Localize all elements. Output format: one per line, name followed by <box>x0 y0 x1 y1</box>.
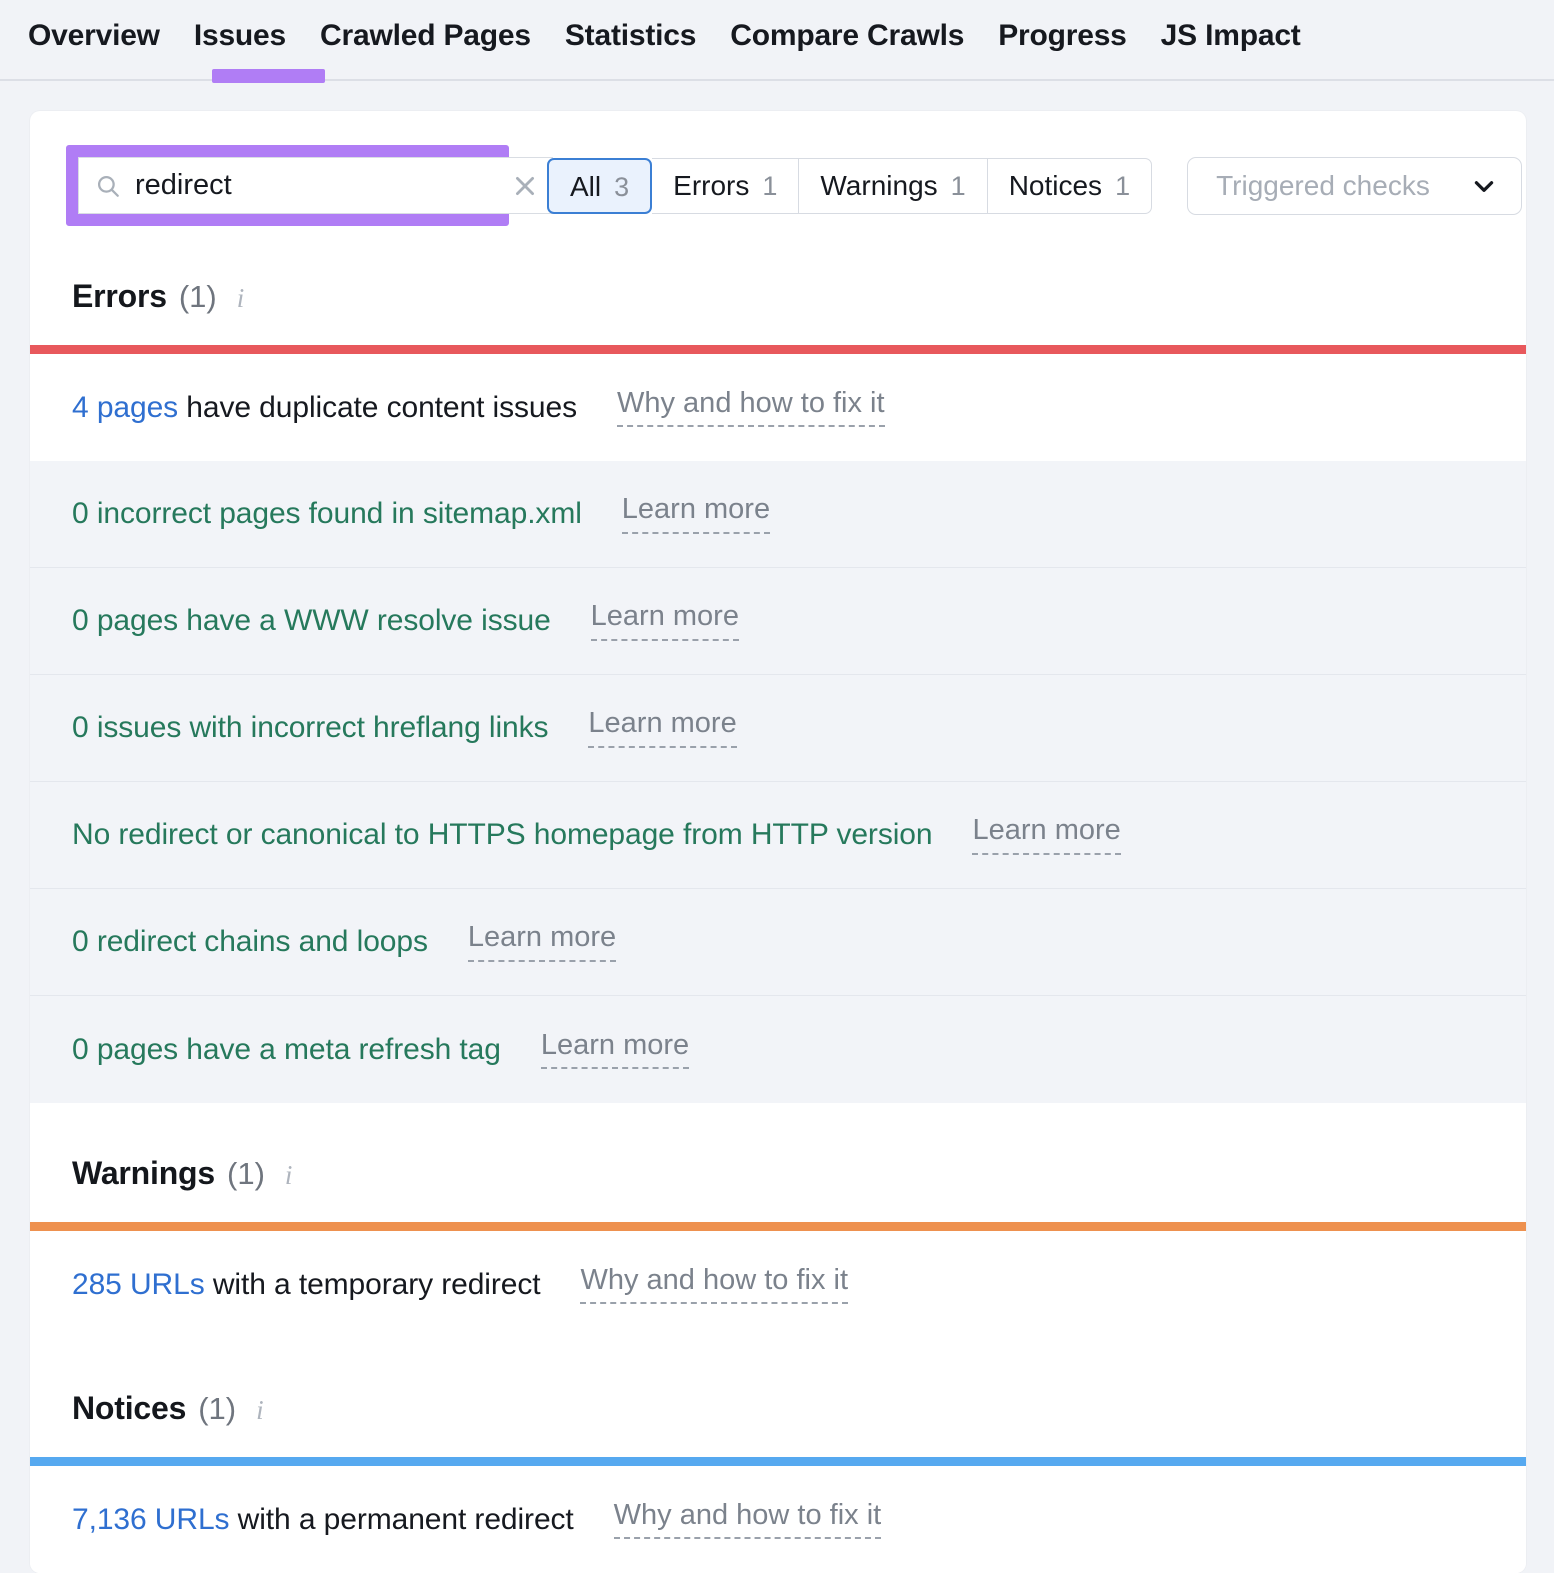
help-link[interactable]: Learn more <box>972 815 1120 855</box>
tab-progress[interactable]: Progress <box>981 17 1143 55</box>
issue-row[interactable]: 0 redirect chains and loops Learn more <box>30 889 1526 996</box>
issue-text: with a temporary redirect <box>205 1268 541 1301</box>
issue-row[interactable]: 4 pages have duplicate content issues Why… <box>30 354 1526 461</box>
search-field-container[interactable] <box>78 157 553 214</box>
section-count: (1) <box>227 1156 265 1192</box>
issue-row[interactable]: 0 pages have a WWW resolve issue Learn mo… <box>30 568 1526 675</box>
search-highlight-box <box>66 145 509 226</box>
section-header-warnings: Warnings (1) i <box>30 1103 1526 1222</box>
section-header-errors: Errors (1) i <box>30 226 1526 345</box>
help-link[interactable]: Learn more <box>591 601 739 641</box>
filter-label: All <box>570 160 601 214</box>
filter-label: Notices <box>1009 159 1102 213</box>
issue-label: 4 pages have duplicate content issues <box>72 391 577 425</box>
search-input[interactable] <box>135 169 512 202</box>
issue-text: 0 incorrect pages found in sitemap.xml <box>72 497 582 530</box>
filter-label: Warnings <box>820 159 937 213</box>
help-link[interactable]: Learn more <box>622 494 770 534</box>
section-header-notices: Notices (1) i <box>30 1338 1526 1457</box>
filter-count: 3 <box>614 160 629 214</box>
issue-sections: Errors (1) i 4 pages have duplicate content… <box>30 226 1526 1573</box>
section-title: Errors <box>72 278 167 315</box>
help-link[interactable]: Why and how to fix it <box>617 388 885 428</box>
issue-row[interactable]: No redirect or canonical to HTTPS homepa… <box>30 782 1526 889</box>
issue-text: No redirect or canonical to HTTPS homepa… <box>72 818 932 851</box>
issue-text: with a permanent redirect <box>229 1503 573 1536</box>
issues-panel: All3Errors1Warnings1Notices1 Triggered c… <box>30 111 1526 1573</box>
section-title: Notices <box>72 1390 186 1427</box>
filter-label: Errors <box>673 159 749 213</box>
help-link[interactable]: Learn more <box>468 922 616 962</box>
issue-text: 0 pages have a WWW resolve issue <box>72 604 551 637</box>
filter-notices[interactable]: Notices1 <box>988 158 1152 214</box>
section-count: (1) <box>179 279 217 315</box>
issue-row[interactable]: 285 URLs with a temporary redirect Why an… <box>30 1231 1526 1338</box>
tab-js-impact[interactable]: JS Impact <box>1144 17 1318 55</box>
issue-text: 0 issues with incorrect hreflang links <box>72 711 548 744</box>
issues-toolbar: All3Errors1Warnings1Notices1 Triggered c… <box>30 111 1526 226</box>
issue-row[interactable]: 0 incorrect pages found in sitemap.xml Le… <box>30 461 1526 568</box>
issue-label: 0 pages have a meta refresh tag <box>72 1033 501 1067</box>
search-icon <box>95 173 121 199</box>
issue-row[interactable]: 0 pages have a meta refresh tag Learn mor… <box>30 996 1526 1103</box>
severity-bar-notices <box>30 1457 1526 1466</box>
help-link[interactable]: Why and how to fix it <box>580 1265 848 1305</box>
filter-errors[interactable]: Errors1 <box>652 158 799 214</box>
help-link[interactable]: Learn more <box>588 708 736 748</box>
info-icon[interactable]: i <box>237 285 245 312</box>
severity-bar-warnings <box>30 1222 1526 1231</box>
section-title: Warnings <box>72 1155 215 1192</box>
filter-all[interactable]: All 3 <box>547 158 652 214</box>
section-count: (1) <box>198 1391 236 1427</box>
tab-issues[interactable]: Issues <box>177 17 303 55</box>
triggered-checks-dropdown[interactable]: Triggered checks <box>1187 157 1522 215</box>
issue-row[interactable]: 0 issues with incorrect hreflang links Le… <box>30 675 1526 782</box>
issue-label: 285 URLs with a temporary redirect <box>72 1268 540 1302</box>
filter-count: 1 <box>1115 159 1130 213</box>
filter-count: 1 <box>951 159 966 213</box>
issue-label: 0 pages have a WWW resolve issue <box>72 604 551 638</box>
filter-count: 1 <box>762 159 777 213</box>
issue-label: No redirect or canonical to HTTPS homepa… <box>72 818 932 852</box>
help-link[interactable]: Learn more <box>541 1030 689 1070</box>
tab-crawled-pages[interactable]: Crawled Pages <box>303 17 548 55</box>
main-tab-bar: OverviewIssuesCrawled PagesStatisticsCom… <box>0 0 1554 81</box>
severity-filter-group: All3Errors1Warnings1Notices1 <box>547 158 1152 214</box>
issue-text: have duplicate content issues <box>178 391 577 424</box>
issue-label: 0 redirect chains and loops <box>72 925 428 959</box>
tab-statistics[interactable]: Statistics <box>548 17 713 55</box>
info-icon[interactable]: i <box>256 1397 264 1424</box>
info-icon[interactable]: i <box>285 1162 293 1189</box>
triggered-checks-label: Triggered checks <box>1216 170 1430 202</box>
filter-warnings[interactable]: Warnings 1 <box>799 158 987 214</box>
severity-bar-errors <box>30 345 1526 354</box>
issue-count-link[interactable]: 4 pages <box>72 391 178 424</box>
chevron-down-icon <box>1471 173 1497 199</box>
issue-count-link[interactable]: 7,136 URLs <box>72 1503 229 1536</box>
tab-overview[interactable]: Overview <box>28 17 177 55</box>
tab-compare-crawls[interactable]: Compare Crawls <box>713 17 981 55</box>
issue-text: 0 redirect chains and loops <box>72 925 428 958</box>
help-link[interactable]: Why and how to fix it <box>614 1500 882 1540</box>
issue-count-link[interactable]: 285 URLs <box>72 1268 205 1301</box>
issue-label: 0 incorrect pages found in sitemap.xml <box>72 497 582 531</box>
active-tab-indicator <box>212 69 325 83</box>
close-icon[interactable] <box>512 173 538 199</box>
nav-item-list: OverviewIssuesCrawled PagesStatisticsCom… <box>28 0 1318 55</box>
issue-text: 0 pages have a meta refresh tag <box>72 1033 501 1066</box>
issue-label: 0 issues with incorrect hreflang links <box>72 711 548 745</box>
